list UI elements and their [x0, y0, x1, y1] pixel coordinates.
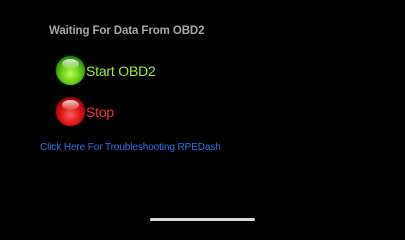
- start-obd2-label: Start OBD2: [86, 62, 156, 79]
- app-screen: Waiting For Data From OBD2 Start OBD2 St…: [0, 0, 405, 228]
- home-indicator[interactable]: [150, 218, 255, 221]
- stop-button[interactable]: Stop: [56, 97, 114, 126]
- green-orb-icon: [56, 56, 85, 85]
- stop-label: Stop: [86, 103, 114, 120]
- start-obd2-button[interactable]: Start OBD2: [56, 56, 156, 85]
- troubleshooting-link[interactable]: Click Here For Troubleshooting RPEDash: [40, 142, 221, 153]
- status-text: Waiting For Data From OBD2: [49, 25, 205, 37]
- red-orb-icon: [56, 97, 85, 126]
